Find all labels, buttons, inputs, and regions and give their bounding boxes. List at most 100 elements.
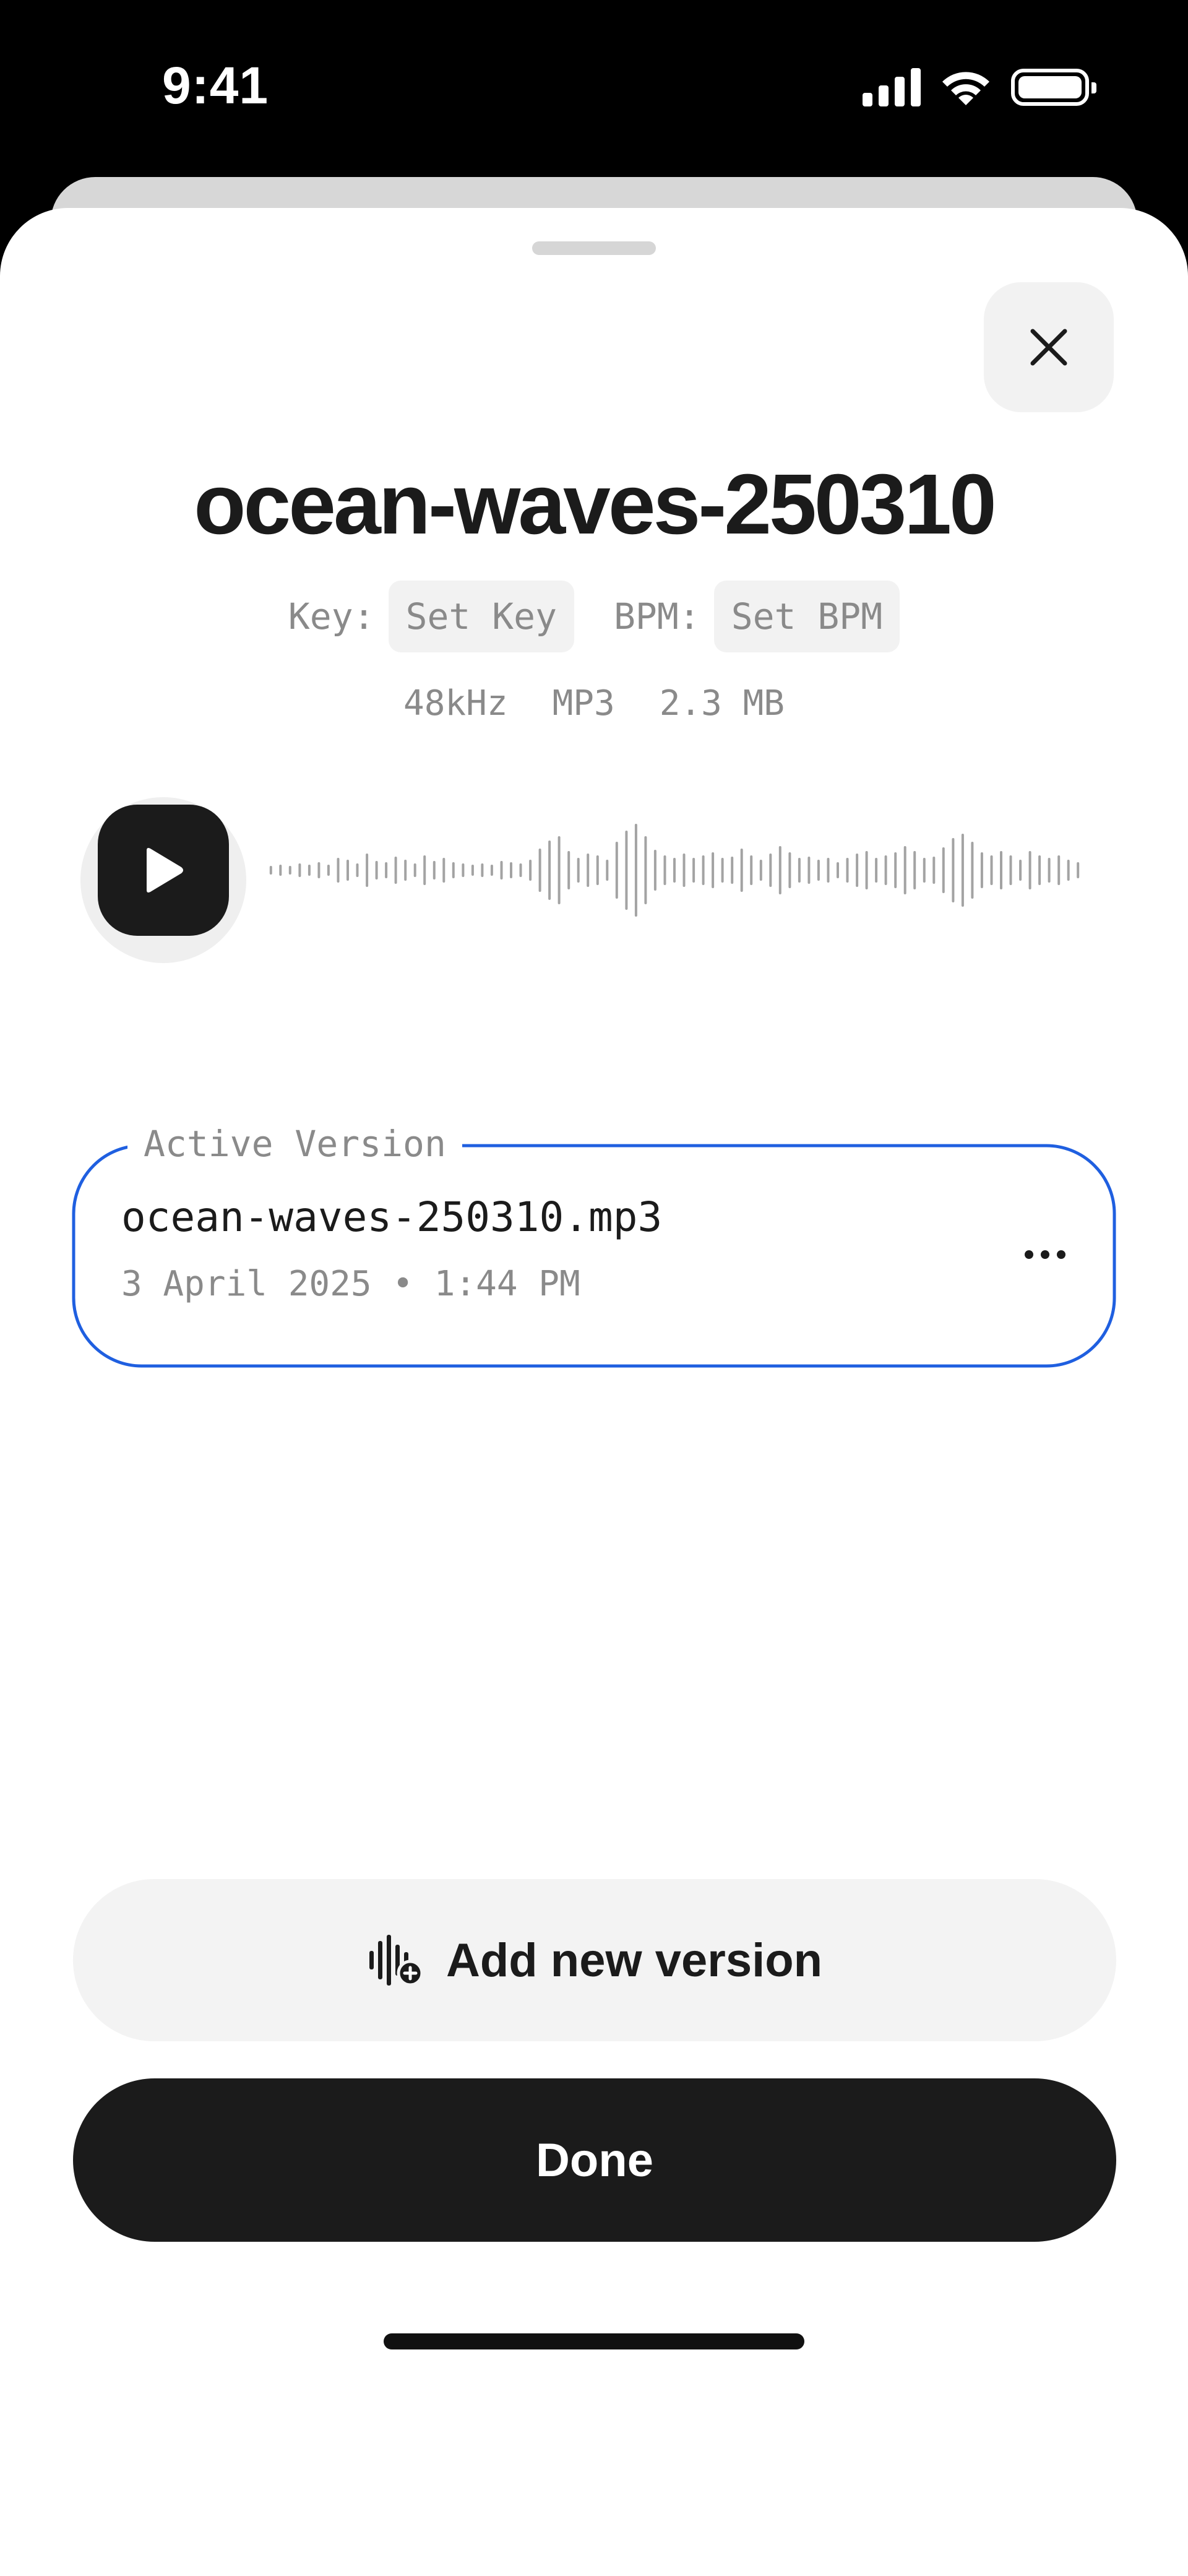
waveform-bar: [1019, 860, 1022, 881]
waveform-bar: [346, 860, 349, 881]
version-file-name: ocean-waves-250310.mp3: [121, 1193, 663, 1241]
waveform-bar: [615, 842, 618, 899]
wifi-icon: [942, 72, 989, 105]
set-key-button[interactable]: Set Key: [388, 581, 574, 652]
signal-icon: [863, 68, 921, 106]
waveform-bar: [462, 863, 465, 877]
waveform-bar: [1009, 855, 1012, 885]
waveform-bar: [298, 863, 301, 877]
waveform-bar: [356, 863, 359, 877]
battery-icon: [1011, 69, 1096, 106]
waveform-bar: [769, 854, 772, 887]
waveform-bar: [692, 858, 695, 883]
close-icon: [1030, 329, 1067, 366]
key-label: Key:: [288, 595, 375, 638]
waveform-bar: [519, 863, 522, 877]
waveform-bar: [856, 854, 859, 887]
waveform-bar: [990, 855, 993, 885]
waveform-bar: [337, 858, 340, 883]
add-new-version-label: Add new version: [446, 1934, 823, 1987]
waveform-bar: [712, 852, 715, 888]
waveform-bar: [903, 846, 906, 894]
file-size: 2.3 MB: [659, 683, 785, 724]
waveform-bar: [807, 857, 811, 884]
active-version-border: [72, 1144, 1116, 1368]
waveform-bar: [971, 842, 974, 899]
waveform-bar: [798, 858, 801, 883]
waveform-bar: [778, 846, 781, 894]
waveform-bar: [1000, 851, 1002, 889]
waveform-bar: [673, 858, 676, 883]
waveform-bar: [759, 860, 762, 881]
status-icons: [863, 67, 1096, 108]
set-bpm-button[interactable]: Set BPM: [713, 581, 900, 652]
waveform-bar: [731, 857, 734, 884]
close-button[interactable]: [984, 282, 1114, 412]
waveform-bar: [1067, 860, 1070, 881]
waveform-bar: [471, 865, 474, 876]
waveform-bar: [913, 851, 916, 889]
format-info: 48kHz MP3 2.3 MB: [0, 683, 1188, 724]
waveform-bar: [1057, 855, 1061, 885]
waveform-bar: [490, 865, 493, 876]
waveform-bar: [510, 862, 512, 878]
active-version-card[interactable]: Active Version ocean-waves-250310.mp3 3 …: [72, 1122, 1116, 1368]
waveform-bar: [433, 861, 436, 880]
waveform-bar: [817, 860, 820, 881]
page-title: ocean-waves-250310: [194, 457, 997, 552]
done-label: Done: [536, 2133, 653, 2187]
waveform-bar: [423, 855, 426, 885]
waveform-bar: [682, 854, 686, 887]
waveform-bar: [750, 855, 753, 885]
key-bpm-row: Key: Set Key BPM: Set BPM: [0, 581, 1188, 652]
waveform-bar: [413, 863, 416, 877]
waveform-bar: [317, 862, 321, 878]
waveform-bar: [1038, 855, 1041, 885]
play-button[interactable]: [98, 805, 229, 936]
waveform-bar: [923, 858, 926, 883]
waveform[interactable]: [266, 808, 1083, 932]
waveform-bar: [1048, 858, 1051, 883]
waveform-bar: [952, 838, 955, 902]
waveform-bar: [721, 858, 724, 883]
waveform-bar: [481, 863, 484, 877]
waveform-bar: [606, 860, 609, 881]
waveform-bar: [884, 855, 887, 885]
status-bar: 9:41: [0, 0, 1188, 179]
home-indicator[interactable]: [384, 2333, 804, 2349]
waveform-bar: [634, 824, 637, 917]
waveform-bar: [961, 834, 964, 907]
waveform-bar: [1077, 862, 1080, 878]
waveform-bar: [942, 847, 945, 893]
add-waveform-icon: [369, 1935, 424, 1987]
waveform-bar: [288, 866, 291, 875]
waveform-bar: [366, 854, 369, 887]
waveform-bar: [279, 865, 282, 876]
bpm-label: BPM:: [614, 595, 700, 638]
waveform-bar: [375, 861, 378, 880]
waveform-bar: [538, 849, 541, 892]
status-time: 9:41: [162, 56, 269, 115]
waveform-bar: [644, 836, 647, 904]
waveform-bar: [567, 851, 570, 889]
more-options-button[interactable]: [1011, 1221, 1079, 1289]
active-version-legend: Active Version: [127, 1122, 462, 1166]
waveform-bar: [663, 855, 666, 885]
waveform-bar: [865, 851, 868, 889]
more-icon: [1025, 1250, 1033, 1259]
waveform-bar: [827, 858, 830, 883]
waveform-bar: [587, 854, 590, 887]
waveform-bar: [385, 862, 388, 878]
waveform-bar: [596, 855, 599, 885]
waveform-bar: [740, 849, 743, 892]
done-button[interactable]: Done: [73, 2078, 1116, 2242]
waveform-bar: [1028, 851, 1031, 889]
waveform-bar: [269, 866, 272, 875]
waveform-bar: [837, 862, 839, 878]
waveform-bar: [980, 852, 983, 888]
waveform-bar: [894, 852, 897, 888]
sheet-grabber[interactable]: [532, 241, 656, 255]
sample-rate: 48kHz: [403, 683, 508, 724]
version-date: 3 April 2025 • 1:44 PM: [121, 1264, 580, 1304]
add-new-version-button[interactable]: Add new version: [73, 1879, 1116, 2041]
